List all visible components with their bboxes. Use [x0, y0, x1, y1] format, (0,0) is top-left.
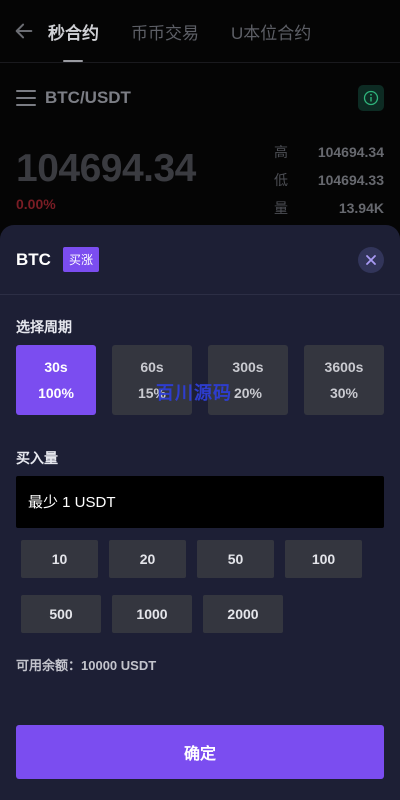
- confirm-button[interactable]: 确定: [16, 725, 384, 779]
- available-balance: 可用余额：10000 USDT: [16, 658, 157, 673]
- period-option-30s[interactable]: 30s 100%: [16, 345, 96, 415]
- period-time: 300s: [232, 359, 264, 375]
- stat-value: 104694.34: [317, 144, 384, 160]
- order-sheet: BTC 买涨 选择周期 30s 100% 60s 15% 300s 20% 36…: [0, 225, 400, 800]
- amount-chips-row-1: 10 20 50 100: [21, 540, 373, 578]
- stat-high: 高 104694.34: [274, 138, 384, 166]
- stat-volume: 量 13.94K: [274, 194, 384, 222]
- stat-label: 高: [274, 144, 288, 160]
- stat-low: 低 104694.33: [274, 166, 384, 194]
- period-time: 60s: [140, 359, 164, 375]
- coin-symbol: BTC: [16, 249, 51, 269]
- pair-bar: BTC/USDT: [0, 80, 400, 116]
- pair-name[interactable]: BTC/USDT: [45, 88, 131, 108]
- info-icon: [363, 90, 379, 106]
- sheet-header: BTC 买涨: [0, 225, 400, 295]
- stat-label: 量: [274, 200, 288, 216]
- amount-chips-row-2: 500 1000 2000: [21, 595, 373, 633]
- period-time: 3600s: [324, 359, 364, 375]
- price-change: 0.00%: [16, 196, 56, 212]
- period-option-300s[interactable]: 300s 20%: [208, 345, 288, 415]
- amount-chip-10[interactable]: 10: [21, 540, 98, 578]
- period-time: 30s: [44, 359, 68, 375]
- amount-chip-2000[interactable]: 2000: [203, 595, 283, 633]
- top-nav: 秒合约 币币交易 U本位合约: [0, 0, 400, 62]
- tab-spot-trading[interactable]: 币币交易: [131, 0, 199, 62]
- period-label: 选择周期: [16, 319, 72, 335]
- amount-chip-20[interactable]: 20: [109, 540, 186, 578]
- tab-second-contract[interactable]: 秒合约: [48, 0, 99, 62]
- amount-chip-100[interactable]: 100: [285, 540, 362, 578]
- period-option-60s[interactable]: 60s 15%: [112, 345, 192, 415]
- amount-input[interactable]: [16, 476, 384, 528]
- period-options: 30s 100% 60s 15% 300s 20% 3600s 30%: [16, 345, 384, 415]
- nav-divider: [0, 62, 400, 63]
- back-button[interactable]: [0, 0, 48, 62]
- tab-usdt-futures[interactable]: U本位合约: [231, 0, 311, 62]
- info-button[interactable]: [358, 85, 384, 111]
- arrow-left-icon: [15, 23, 33, 39]
- period-rate: 30%: [329, 385, 359, 401]
- amount-chip-1000[interactable]: 1000: [112, 595, 192, 633]
- period-rate: 100%: [38, 385, 74, 401]
- stat-label: 低: [274, 172, 288, 188]
- ticker-stats: 高 104694.34 低 104694.33 量 13.94K: [274, 138, 384, 222]
- app-screen: 秒合约 币币交易 U本位合约 BTC/USDT 104694.34 0.00% …: [0, 0, 400, 800]
- period-option-3600s[interactable]: 3600s 30%: [304, 345, 384, 415]
- side-badge: 买涨: [62, 247, 99, 272]
- period-rate: 20%: [233, 385, 263, 401]
- period-rate: 15%: [137, 385, 167, 401]
- amount-chip-500[interactable]: 500: [21, 595, 101, 633]
- stat-value: 104694.33: [317, 172, 384, 188]
- amount-label: 买入量: [16, 450, 58, 466]
- amount-chip-50[interactable]: 50: [197, 540, 274, 578]
- stat-value: 13.94K: [338, 200, 384, 216]
- last-price: 104694.34: [16, 147, 196, 190]
- close-icon: [366, 255, 376, 265]
- menu-icon[interactable]: [16, 90, 36, 106]
- close-button[interactable]: [358, 247, 384, 273]
